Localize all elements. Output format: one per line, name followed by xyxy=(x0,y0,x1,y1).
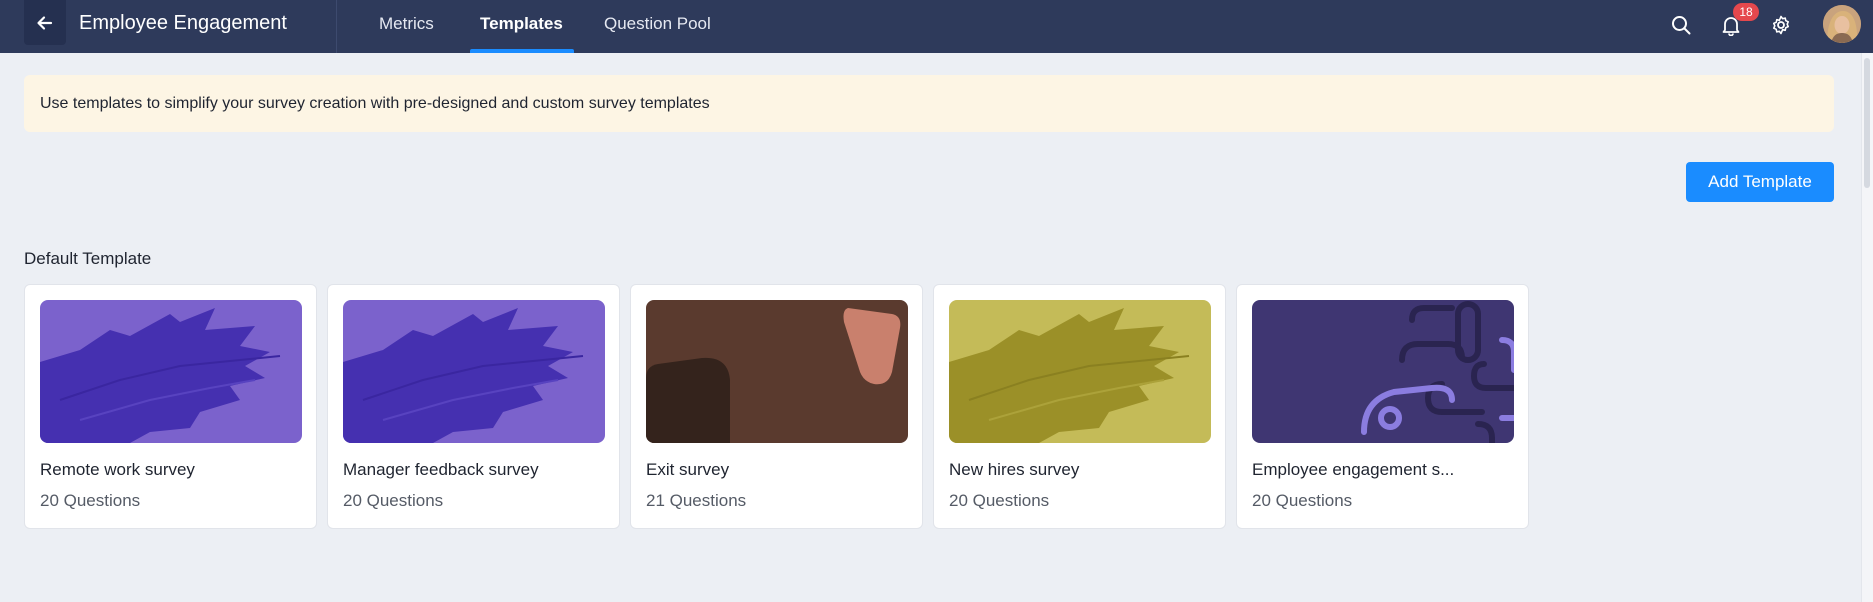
arrow-left-icon xyxy=(37,15,53,30)
avatar-image xyxy=(1823,5,1861,43)
template-card[interactable]: Exit survey 21 Questions xyxy=(630,284,923,529)
template-title: Manager feedback survey xyxy=(343,460,539,479)
template-thumbnail xyxy=(40,300,302,443)
search-icon xyxy=(1672,16,1691,35)
template-question-count: 21 Questions xyxy=(646,491,747,510)
search-button[interactable] xyxy=(1667,11,1695,39)
tab-metrics[interactable]: Metrics xyxy=(379,14,434,34)
header-divider xyxy=(336,0,337,53)
template-thumbnail xyxy=(949,300,1211,443)
add-template-button[interactable]: Add Template xyxy=(1686,162,1834,202)
template-title: Exit survey xyxy=(646,460,730,479)
info-banner-text: Use templates to simplify your survey cr… xyxy=(40,94,710,112)
template-card[interactable]: New hires survey 20 Questions xyxy=(933,284,1226,529)
scrollbar-thumb[interactable] xyxy=(1864,58,1870,188)
settings-button[interactable] xyxy=(1767,11,1795,39)
template-title: New hires survey xyxy=(949,460,1080,479)
template-card[interactable]: Manager feedback survey 20 Questions xyxy=(327,284,620,529)
back-button[interactable] xyxy=(24,0,66,45)
template-title: Remote work survey xyxy=(40,460,195,479)
template-card[interactable]: Remote work survey 20 Questions xyxy=(24,284,317,529)
info-banner: Use templates to simplify your survey cr… xyxy=(24,75,1834,132)
gear-icon xyxy=(1773,15,1789,35)
template-thumbnail xyxy=(343,300,605,443)
template-thumbnail xyxy=(1252,300,1514,443)
user-avatar[interactable] xyxy=(1823,5,1861,43)
tab-question-pool[interactable]: Question Pool xyxy=(604,14,711,34)
app-title: Employee Engagement xyxy=(79,12,287,34)
template-thumbnail xyxy=(646,300,908,443)
section-title: Default Template xyxy=(24,249,152,268)
active-tab-indicator xyxy=(470,49,574,53)
template-question-count: 20 Questions xyxy=(1252,491,1353,510)
template-title: Employee engagement s... xyxy=(1252,460,1455,479)
notification-count-badge: 18 xyxy=(1733,3,1759,21)
template-question-count: 20 Questions xyxy=(343,491,444,510)
template-card[interactable]: Employee engagement s... 20 Questions xyxy=(1236,284,1529,529)
template-question-count: 20 Questions xyxy=(949,491,1050,510)
template-question-count: 20 Questions xyxy=(40,491,141,510)
tab-templates[interactable]: Templates xyxy=(480,14,563,34)
top-navigation-bar: Employee Engagement Metrics Templates Qu… xyxy=(0,0,1873,53)
